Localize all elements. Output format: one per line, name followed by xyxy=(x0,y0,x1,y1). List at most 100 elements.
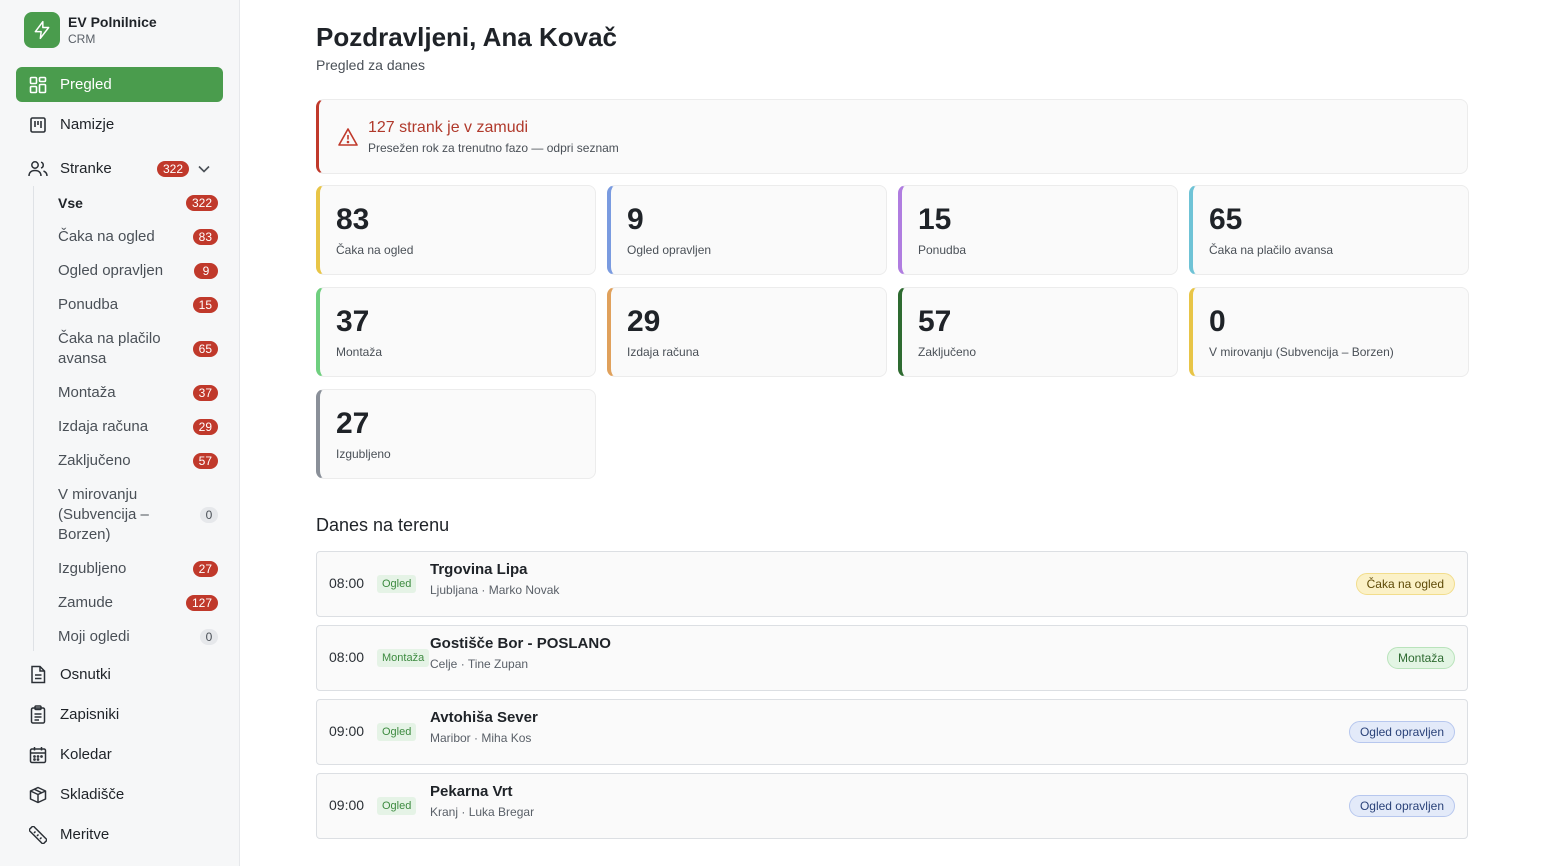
stat-card-montaza[interactable]: 37 Montaža xyxy=(316,287,596,377)
stat-value: 27 xyxy=(336,407,370,440)
count-badge: 127 xyxy=(185,595,218,611)
sub-item-montaza[interactable]: Montaža 37 xyxy=(58,383,218,403)
count-badge: 29 xyxy=(192,419,218,435)
field-row[interactable]: 08:00 Ogled Trgovina Lipa Ljubljana · Ma… xyxy=(316,551,1468,617)
field-row[interactable]: 08:00 Montaža Gostišče Bor - POSLANO Cel… xyxy=(316,625,1468,691)
nav-label: Skladišče xyxy=(60,786,125,803)
sub-item-label: Čaka na plačilo avansa xyxy=(58,330,161,367)
stat-card-ponudba[interactable]: 15 Ponudba xyxy=(898,185,1178,275)
row-person: Marko Novak xyxy=(488,583,560,597)
sub-item-label: Vse xyxy=(58,195,83,211)
count-badge: 322 xyxy=(185,195,218,211)
sub-item-label: V mirovanju (Subvencija – Borzen) xyxy=(58,486,149,543)
count-badge: 27 xyxy=(192,561,218,577)
stat-card-caka-na-placilo[interactable]: 65 Čaka na plačilo avansa xyxy=(1189,185,1469,275)
nav-label: Stranke xyxy=(60,160,112,177)
stat-value: 0 xyxy=(1209,305,1226,338)
row-time: 08:00 xyxy=(329,575,365,591)
stat-label: Čaka na ogled xyxy=(336,243,414,257)
brand-subtitle: CRM xyxy=(68,31,96,46)
nav-item-skladisce[interactable]: Skladišče xyxy=(16,777,223,812)
stat-label: Čaka na plačilo avansa xyxy=(1209,243,1334,257)
count-badge: 0 xyxy=(200,507,218,523)
sub-item-label: Zamude xyxy=(58,594,114,611)
status-badge: Ogled opravljen xyxy=(1348,795,1455,817)
field-row[interactable]: 09:00 Ogled Avtohiša Sever Maribor · Mih… xyxy=(316,699,1468,765)
count-badge: 37 xyxy=(192,385,218,401)
board-icon xyxy=(28,115,48,135)
sub-item-label: Ponudba xyxy=(58,296,119,313)
nav-item-pregled[interactable]: Pregled xyxy=(16,67,223,102)
nav-item-stranke[interactable]: Stranke 322 xyxy=(16,151,223,186)
page-subtitle: Pregled za danes xyxy=(316,57,425,73)
users-icon xyxy=(28,159,48,179)
stat-card-zakljuceno[interactable]: 57 Zaključeno xyxy=(898,287,1178,377)
row-city: Ljubljana xyxy=(430,583,479,597)
count-badge: 83 xyxy=(192,229,218,245)
stat-value: 15 xyxy=(918,203,952,236)
nav-label: Zapisniki xyxy=(60,706,120,723)
sub-item-vse[interactable]: Vse 322 xyxy=(58,193,218,213)
stat-value: 57 xyxy=(918,305,952,338)
sub-item-zamude[interactable]: Zamude 127 xyxy=(58,593,218,613)
stat-card-ogled-opravljen[interactable]: 9 Ogled opravljen xyxy=(607,185,887,275)
overdue-alert[interactable]: 127 strank je v zamudi Presežen rok za t… xyxy=(316,99,1468,174)
nav-item-namizje[interactable]: Namizje xyxy=(16,107,223,142)
nav-label: Namizje xyxy=(60,116,115,133)
page-title: Pozdravljeni, Ana Kovač xyxy=(316,22,618,52)
sub-item-caka-na-placilo[interactable]: Čaka na plačilo avansa 65 xyxy=(58,329,218,369)
count-badge: 322 xyxy=(156,160,189,177)
field-row[interactable]: 09:00 Ogled Pekarna Vrt Kranj · Luka Bre… xyxy=(316,773,1468,839)
row-time: 09:00 xyxy=(329,797,365,813)
stat-value: 29 xyxy=(627,305,661,338)
stat-card-v-mirovanju[interactable]: 0 V mirovanju (Subvencija – Borzen) xyxy=(1189,287,1469,377)
clipboard-icon xyxy=(28,705,48,725)
sub-item-izdaja-racuna[interactable]: Izdaja računa 29 xyxy=(58,417,218,437)
sub-item-label: Izgubljeno xyxy=(58,560,127,577)
sub-item-ogled-opravljen[interactable]: Ogled opravljen 9 xyxy=(58,261,218,281)
row-person: Miha Kos xyxy=(481,731,532,745)
sub-item-ponudba[interactable]: Ponudba 15 xyxy=(58,295,218,315)
count-badge: 15 xyxy=(192,297,218,313)
sub-item-v-mirovanju[interactable]: V mirovanju (Subvencija – Borzen) 0 xyxy=(58,485,218,545)
stat-label: Montaža xyxy=(336,345,383,359)
nav-item-koledar[interactable]: Koledar xyxy=(16,737,223,772)
sub-item-caka-na-ogled[interactable]: Čaka na ogled 83 xyxy=(58,227,218,247)
row-title: Trgovina Lipa xyxy=(430,561,528,578)
sub-item-label: Izdaja računa xyxy=(58,418,149,435)
sub-item-moji-ogledi[interactable]: Moji ogledi 0 xyxy=(58,627,218,647)
sub-item-label: Moji ogledi xyxy=(58,628,130,645)
row-meta: Kranj · Luka Bregar xyxy=(430,805,535,819)
warning-icon xyxy=(338,127,358,147)
chevron-down-icon[interactable] xyxy=(197,162,211,176)
nav-item-meritve[interactable]: Meritve xyxy=(16,817,223,852)
stat-card-izdaja-racuna[interactable]: 29 Izdaja računa xyxy=(607,287,887,377)
stat-label: Ponudba xyxy=(918,243,967,257)
nav-item-osnutki[interactable]: Osnutki xyxy=(16,657,223,692)
stat-card-izgubljeno[interactable]: 27 Izgubljeno xyxy=(316,389,596,479)
status-badge: Montaža xyxy=(1386,647,1455,669)
stat-value: 9 xyxy=(627,203,644,236)
stat-label: Izgubljeno xyxy=(336,447,391,461)
stat-value: 37 xyxy=(336,305,370,338)
nav-label: Pregled xyxy=(60,76,112,93)
type-tag: Ogled xyxy=(377,723,417,741)
row-time: 08:00 xyxy=(329,649,365,665)
file-text-icon xyxy=(28,665,48,685)
brand-title: EV Polnilnice xyxy=(68,13,157,30)
row-city: Kranj xyxy=(430,805,459,819)
row-time: 09:00 xyxy=(329,723,365,739)
sub-item-izgubljeno[interactable]: Izgubljeno 27 xyxy=(58,559,218,579)
stat-label: V mirovanju (Subvencija – Borzen) xyxy=(1209,345,1394,359)
row-title: Avtohiša Sever xyxy=(430,709,538,726)
stat-value: 83 xyxy=(336,203,370,236)
stat-card-caka-na-ogled[interactable]: 83 Čaka na ogled xyxy=(316,185,596,275)
sub-item-zakljuceno[interactable]: Zaključeno 57 xyxy=(58,451,218,471)
calendar-icon xyxy=(28,745,48,765)
count-badge: 0 xyxy=(200,629,218,645)
type-tag: Ogled xyxy=(377,575,417,593)
brand[interactable]: EV Polnilnice CRM xyxy=(24,12,157,48)
row-meta: Ljubljana · Marko Novak xyxy=(430,583,560,597)
status-badge: Ogled opravljen xyxy=(1348,721,1455,743)
nav-item-zapisniki[interactable]: Zapisniki xyxy=(16,697,223,732)
